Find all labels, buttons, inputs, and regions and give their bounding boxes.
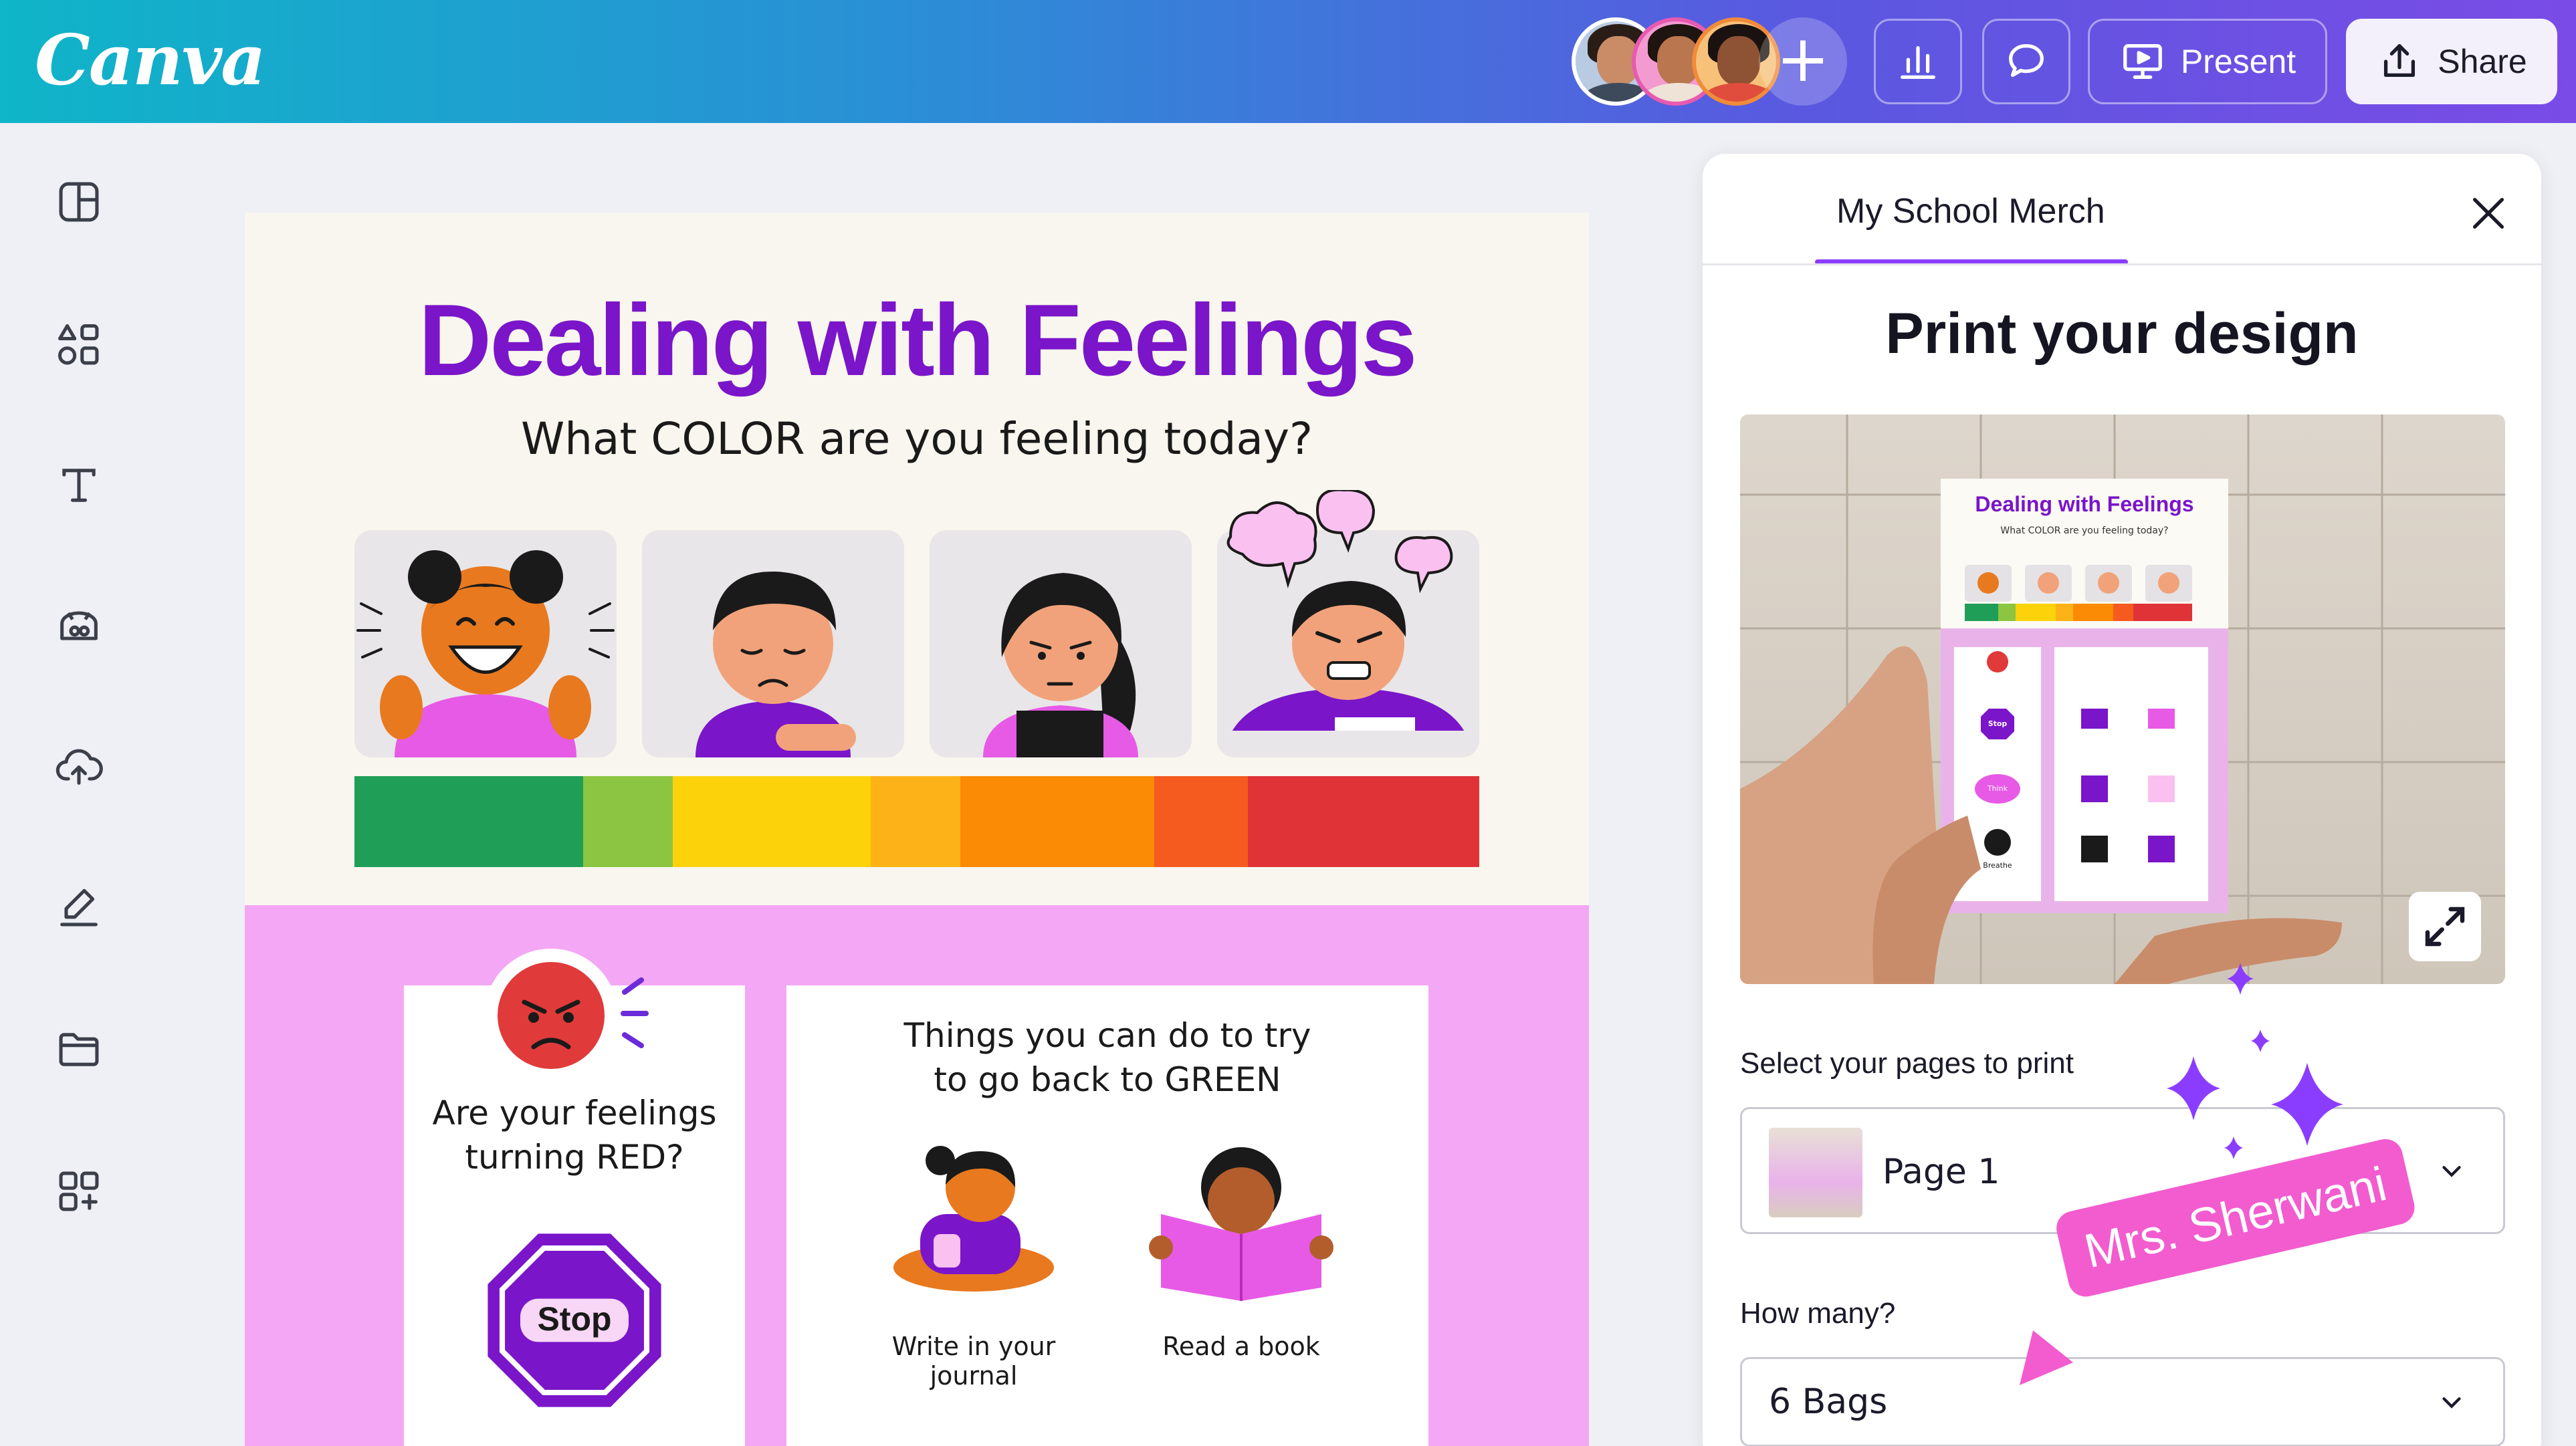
canva-logo[interactable]: Canva <box>35 19 266 101</box>
color-swatch-orange <box>960 776 1154 867</box>
child-writing-illustration <box>893 1146 1054 1292</box>
color-swatch-amber <box>871 776 960 867</box>
stop-sign-label: Stop <box>537 1300 612 1338</box>
activity-write-line1: Write in your <box>891 1332 1056 1361</box>
red-feelings-card[interactable]: Are your feelings turning RED? Stop <box>404 949 745 1446</box>
angry-face-icon <box>484 949 649 1082</box>
pages-label: Select your pages to print <box>1740 1047 2074 1080</box>
draw-icon[interactable] <box>53 881 104 932</box>
share-button[interactable]: Share <box>2346 19 2557 104</box>
elements-icon[interactable] <box>53 320 104 370</box>
preview-design-title: Dealing with Feelings <box>1975 492 2194 516</box>
annoyed-child-illustration[interactable] <box>930 530 1192 757</box>
present-icon <box>2123 44 2162 79</box>
insights-button[interactable] <box>1874 19 1962 104</box>
design-subtitle[interactable]: What COLOR are you feeling today? <box>245 413 1589 465</box>
preview-label-think: Think <box>1987 784 2008 793</box>
green-card-heading-line2: to go back to GREEN <box>934 1060 1281 1099</box>
projects-icon[interactable] <box>53 1024 104 1075</box>
uploads-icon[interactable] <box>53 741 104 792</box>
quantity-select[interactable]: 6 Bags <box>1740 1357 2505 1446</box>
feelings-color-scale <box>354 776 1479 867</box>
design-canvas[interactable]: Dealing with Feelings What COLOR are you… <box>245 213 1589 1446</box>
activity-write-line2: journal <box>930 1361 1018 1391</box>
sad-child-illustration[interactable] <box>642 530 904 757</box>
panel-title: Print your design <box>1885 302 2359 366</box>
red-card-question-line2: turning RED? <box>465 1138 684 1177</box>
present-button[interactable]: Present <box>2088 19 2327 104</box>
top-toolbar: Canva + Present Share <box>0 0 2576 123</box>
chevron-down-icon <box>2442 1397 2461 1409</box>
collaborator-cursor-icon <box>2020 1330 2073 1385</box>
color-swatch-lime <box>583 776 673 867</box>
panel-divider <box>1703 263 2541 265</box>
color-swatch-green <box>354 776 583 867</box>
chevron-down-icon <box>2442 1166 2461 1177</box>
comments-button[interactable] <box>1982 19 2070 104</box>
expand-preview-button[interactable] <box>2409 892 2481 961</box>
share-icon <box>2384 44 2416 78</box>
green-activities-card[interactable]: Things you can do to try to go back to G… <box>786 985 1428 1446</box>
left-sidebar <box>0 123 160 1446</box>
tab-my-school-merch[interactable]: My School Merch <box>1836 191 2105 231</box>
bar-chart-icon <box>1901 45 1935 79</box>
quantity-select-value: 6 Bags <box>1769 1382 1888 1422</box>
preview-label-breathe: Breathe <box>1983 861 2012 870</box>
color-swatch-yellow <box>673 776 871 867</box>
color-swatch-red-orange <box>1154 776 1248 867</box>
page-thumbnail <box>1769 1128 1862 1217</box>
apps-icon[interactable] <box>53 1166 104 1217</box>
share-label: Share <box>2438 43 2527 80</box>
red-card-question-line1: Are your feelings <box>432 1094 717 1132</box>
activity-read: Read a book <box>1162 1332 1320 1361</box>
angry-child-illustration[interactable] <box>1217 490 1479 757</box>
close-icon[interactable] <box>2465 190 2512 237</box>
print-preview-image[interactable]: Dealing with Feelings What COLOR are you… <box>1740 414 2505 984</box>
comment-icon <box>2009 44 2044 78</box>
quantity-label: How many? <box>1740 1297 1896 1330</box>
design-title[interactable]: Dealing with Feelings <box>245 282 1589 399</box>
preview-design-subtitle: What COLOR are you feeling today? <box>2000 525 2169 536</box>
happy-child-illustration[interactable] <box>354 530 617 757</box>
color-swatch-red <box>1248 776 1479 867</box>
add-collaborator-button[interactable]: + <box>1759 17 1847 106</box>
expand-icon <box>2425 907 2465 947</box>
brand-icon[interactable] <box>53 600 104 651</box>
text-icon[interactable] <box>53 460 104 511</box>
preview-label-stop: Stop <box>1988 719 2008 728</box>
child-reading-illustration <box>1149 1147 1333 1301</box>
layout-icon[interactable] <box>53 176 104 227</box>
pages-select-value: Page 1 <box>1883 1152 2000 1192</box>
present-label: Present <box>2180 43 2296 80</box>
green-card-heading-line1: Things you can do to try <box>903 1016 1311 1055</box>
